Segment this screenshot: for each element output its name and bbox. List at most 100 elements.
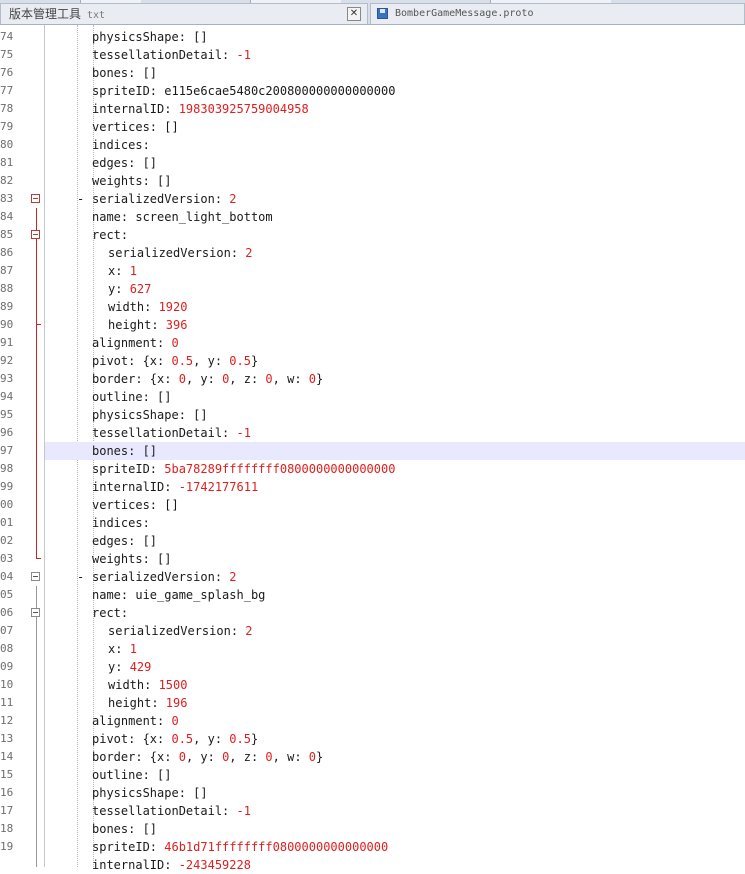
code-line[interactable]: border: {x: 0, y: 0, z: 0, w: 0} (45, 370, 745, 388)
yaml-key: y: (108, 282, 130, 296)
code-line[interactable]: outline: [] (45, 766, 745, 784)
code-line[interactable]: - serializedVersion: 2 (45, 568, 745, 586)
code-line[interactable]: height: 396 (45, 316, 745, 334)
line-number: 87 (0, 264, 14, 277)
code-line[interactable]: tessellationDetail: -1 (45, 46, 745, 64)
code-line[interactable]: alignment: 0 (45, 334, 745, 352)
yaml-key: edges: (92, 534, 143, 548)
line-number: 78 (0, 102, 14, 115)
code-line[interactable]: tessellationDetail: -1 (45, 802, 745, 820)
yaml-key: bones: (92, 444, 143, 458)
code-line[interactable]: rect: (45, 226, 745, 244)
code-line[interactable]: name: uie_game_splash_bg (45, 586, 745, 604)
code-line[interactable]: spriteID: e115e6cae5480c2008000000000000… (45, 82, 745, 100)
line-number: 83 (0, 192, 14, 205)
line-number: 19 (0, 840, 14, 853)
yaml-value: [] (164, 120, 179, 134)
line-number: 01 (0, 516, 14, 529)
fold-collapse-icon[interactable] (31, 194, 40, 203)
yaml-value: [] (142, 444, 158, 458)
code-line[interactable]: x: 1 (45, 640, 745, 658)
line-number: 99 (0, 480, 14, 493)
yaml-value: -243459228 (178, 858, 251, 872)
code-line[interactable]: internalID: 198303925759004958 (45, 100, 745, 118)
code-line[interactable]: serializedVersion: 2 (45, 244, 745, 262)
code-line[interactable]: weights: [] (45, 172, 745, 190)
line-number: 97 (0, 444, 14, 457)
yaml-key: edges: (92, 156, 143, 170)
yaml-value: 0 (171, 336, 179, 350)
code-line[interactable]: bones: [] (45, 820, 745, 838)
yaml-value: 0 (171, 714, 179, 728)
yaml-key: name: (92, 588, 136, 602)
code-line[interactable]: weights: [] (45, 550, 745, 568)
code-line[interactable]: spriteID: 5ba78289ffffffff08000000000000… (45, 460, 745, 478)
yaml-key: internalID: (92, 480, 179, 494)
tab-bar: 版本管理工具 txt ✕ BomberGameMessage.proto (0, 0, 745, 25)
code-line[interactable]: pivot: {x: 0.5, y: 0.5} (45, 730, 745, 748)
code-line[interactable]: serializedVersion: 2 (45, 622, 745, 640)
code-line[interactable]: x: 1 (45, 262, 745, 280)
code-line[interactable]: edges: [] (45, 532, 745, 550)
yaml-key: border: (92, 750, 150, 764)
code-line[interactable]: physicsShape: [] (45, 784, 745, 802)
code-line[interactable]: physicsShape: [] (45, 28, 745, 46)
yaml-value: -1 (236, 426, 251, 440)
code-line[interactable]: bones: [] (45, 64, 745, 82)
code-line[interactable]: rect: (45, 604, 745, 622)
fold-collapse-icon[interactable] (31, 572, 40, 581)
code-line[interactable]: indices: (45, 136, 745, 154)
code-line[interactable]: bones: [] (45, 442, 745, 460)
fold-rail (36, 208, 37, 558)
code-line[interactable]: internalID: -1742177611 (45, 478, 745, 496)
code-line[interactable]: - serializedVersion: 2 (45, 190, 745, 208)
yaml-value: e115e6cae5480c200800000000000000 (164, 84, 396, 98)
code-line[interactable]: alignment: 0 (45, 712, 745, 730)
code-line[interactable]: indices: (45, 514, 745, 532)
code-editor[interactable]: physicsShape: [] tessellationDetail: -1 bo… (45, 25, 745, 872)
code-line[interactable]: width: 1920 (45, 298, 745, 316)
yaml-key: border: (92, 372, 150, 386)
yaml-value: 2 (229, 192, 237, 206)
code-line[interactable]: vertices: [] (45, 118, 745, 136)
fold-collapse-icon[interactable] (31, 608, 40, 617)
line-number: 82 (0, 174, 14, 187)
line-number: 84 (0, 210, 14, 223)
code-line[interactable]: y: 429 (45, 658, 745, 676)
code-line[interactable]: edges: [] (45, 154, 745, 172)
code-line[interactable]: height: 196 (45, 694, 745, 712)
yaml-key: weights: (92, 552, 158, 566)
yaml-key: vertices: (92, 498, 165, 512)
code-line[interactable]: internalID: -243459228 (45, 856, 745, 874)
code-line[interactable]: name: screen_light_bottom (45, 208, 745, 226)
code-line[interactable]: vertices: [] (45, 496, 745, 514)
yaml-key: physicsShape: (92, 786, 194, 800)
yaml-value: 1500 (158, 678, 188, 692)
yaml-value: 1 (129, 642, 137, 656)
line-number: 88 (0, 282, 14, 295)
tab-bomber-proto[interactable]: BomberGameMessage.proto (370, 3, 745, 24)
code-line[interactable]: border: {x: 0, y: 0, z: 0, w: 0} (45, 748, 745, 766)
yaml-key: x: (108, 642, 130, 656)
yaml-value: 2 (245, 246, 253, 260)
yaml-key: bones: (92, 66, 143, 80)
line-number: 09 (0, 660, 14, 673)
code-line[interactable]: physicsShape: [] (45, 406, 745, 424)
code-line[interactable]: pivot: {x: 0.5, y: 0.5} (45, 352, 745, 370)
code-line[interactable]: width: 1500 (45, 676, 745, 694)
code-line[interactable]: y: 627 (45, 280, 745, 298)
close-icon[interactable]: ✕ (347, 7, 361, 21)
code-line[interactable]: outline: [] (45, 388, 745, 406)
yaml-value: [] (142, 534, 158, 548)
yaml-value: -1 (236, 48, 251, 62)
line-number: 11 (0, 696, 14, 709)
tab-version-tool[interactable]: 版本管理工具 txt ✕ (0, 3, 368, 24)
yaml-key: alignment: (92, 336, 172, 350)
code-line[interactable]: spriteID: 46b1d71ffffffff080000000000000… (45, 838, 745, 856)
fold-collapse-icon[interactable] (31, 230, 40, 239)
yaml-key: width: (108, 678, 159, 692)
line-number: 80 (0, 138, 14, 151)
code-line[interactable]: tessellationDetail: -1 (45, 424, 745, 442)
line-number: 16 (0, 786, 14, 799)
line-number: 10 (0, 678, 14, 691)
